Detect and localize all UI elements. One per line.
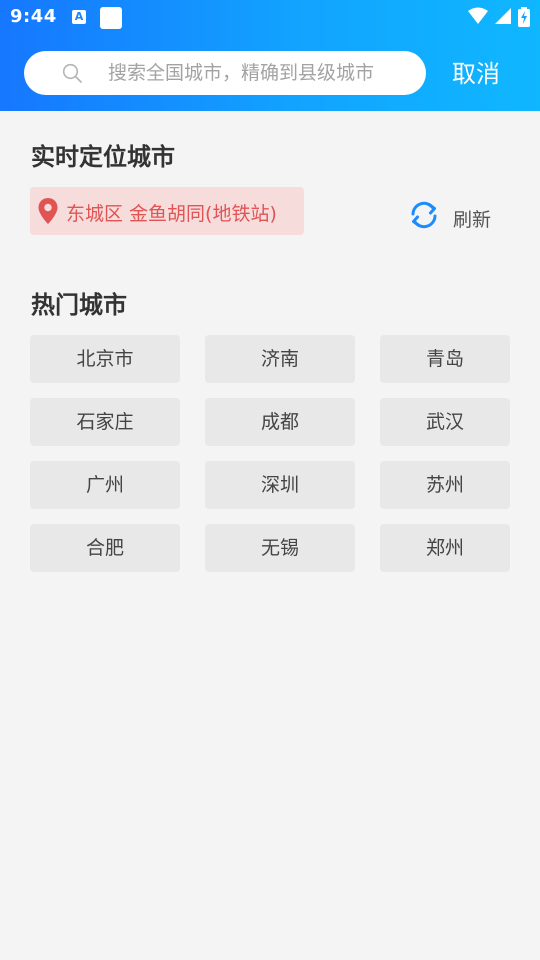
app-square-icon — [100, 7, 122, 29]
wifi-icon — [468, 7, 488, 24]
refresh-icon — [411, 201, 437, 229]
header-bar: 9:44 A 取消 — [0, 0, 540, 111]
current-location-text: 东城区 金鱼胡同(地铁站) — [66, 203, 277, 225]
city-button[interactable]: 成都 — [205, 398, 355, 446]
refresh-button[interactable]: 刷新 — [408, 199, 508, 233]
city-button[interactable]: 济南 — [205, 335, 355, 383]
city-button[interactable]: 石家庄 — [30, 398, 180, 446]
search-icon — [62, 63, 82, 83]
status-bar: 9:44 A — [0, 0, 540, 36]
city-button[interactable]: 苏州 — [380, 461, 510, 509]
city-button[interactable]: 深圳 — [205, 461, 355, 509]
cellular-signal-icon — [495, 8, 511, 24]
hot-cities-title: 热门城市 — [31, 291, 127, 319]
search-box[interactable] — [24, 51, 426, 95]
battery-charging-icon — [518, 7, 530, 27]
hot-cities-grid: 北京市 济南 青岛 石家庄 成都 武汉 广州 深圳 苏州 合肥 无锡 郑州 — [30, 335, 540, 575]
status-right-icons — [462, 7, 530, 29]
city-button[interactable]: 无锡 — [205, 524, 355, 572]
cancel-button[interactable]: 取消 — [452, 54, 500, 89]
city-button[interactable]: 广州 — [30, 461, 180, 509]
city-button[interactable]: 郑州 — [380, 524, 510, 572]
status-time: 9:44 — [10, 6, 57, 27]
city-button[interactable]: 北京市 — [30, 335, 180, 383]
current-location-chip[interactable]: 东城区 金鱼胡同(地铁站) — [30, 187, 304, 235]
search-input[interactable] — [108, 51, 408, 95]
a-font-icon: A — [72, 10, 86, 24]
map-pin-icon — [38, 198, 58, 224]
city-button[interactable]: 武汉 — [380, 398, 510, 446]
city-button[interactable]: 合肥 — [30, 524, 180, 572]
refresh-label: 刷新 — [453, 209, 492, 231]
realtime-location-title: 实时定位城市 — [31, 143, 175, 171]
city-button[interactable]: 青岛 — [380, 335, 510, 383]
